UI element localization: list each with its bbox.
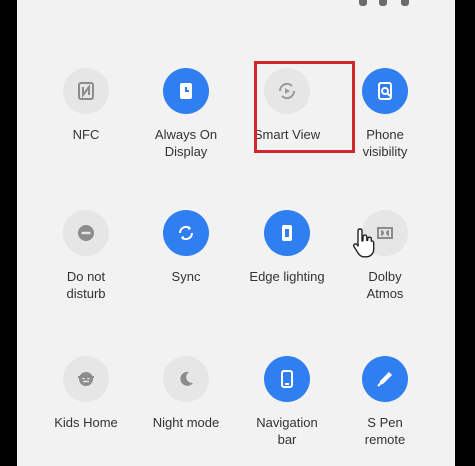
do-not-disturb-icon (63, 210, 109, 256)
tile-label: S Pen remote (364, 415, 406, 447)
s-pen-remote-icon (362, 356, 408, 402)
hand-cursor-icon (351, 226, 377, 258)
highlight-box-smart-view (254, 61, 355, 153)
always-on-display-icon (163, 68, 209, 114)
tile-label: Kids Home (54, 415, 118, 430)
quick-settings-panel: NFC Always On Display Smart View Phone v… (17, 0, 455, 466)
sync-icon (163, 210, 209, 256)
phone-visibility-icon (362, 68, 408, 114)
night-mode-icon (163, 356, 209, 402)
tile-label: NFC (72, 127, 100, 142)
tile-label: Sync (171, 269, 201, 284)
tile-label: Do not disturb (66, 269, 106, 301)
navigation-bar-icon (264, 356, 310, 402)
status-bar-icons (317, 0, 417, 10)
tile-label: Night mode (152, 415, 220, 430)
nfc-icon (63, 68, 109, 114)
tile-label: Dolby Atmos (366, 269, 404, 301)
screen-frame: NFC Always On Display Smart View Phone v… (0, 0, 475, 466)
tile-label: Always On Display (154, 127, 218, 159)
kids-home-icon (63, 356, 109, 402)
tile-label: Edge lighting (249, 269, 325, 284)
edge-lighting-icon (264, 210, 310, 256)
tile-label: Navigation bar (256, 415, 318, 447)
